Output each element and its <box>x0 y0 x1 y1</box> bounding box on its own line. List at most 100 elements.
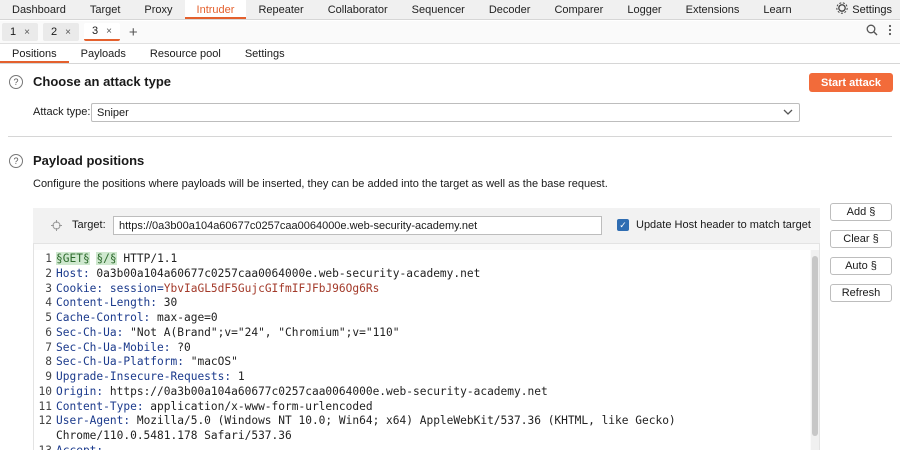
target-input[interactable]: https://0a3b00a104a60677c0257caa0064000e… <box>113 216 602 235</box>
menu-tab-extensions[interactable]: Extensions <box>674 0 752 19</box>
request-line: 10 Origin: https://0a3b00a104a60677c0257c… <box>34 384 548 399</box>
header-name: User-Agent: <box>56 414 131 428</box>
header-value: Chrome/110.0.5481.178 Safari/537.36 <box>56 429 292 442</box>
menu-tab-learn[interactable]: Learn <box>751 0 803 19</box>
auto-button[interactable]: Auto § <box>830 257 892 275</box>
attack-tab-1[interactable]: 1 × <box>2 23 38 41</box>
header-name: Origin: <box>56 384 104 398</box>
header-name: Sec-Ch-Ua-Platform: <box>56 355 184 369</box>
attack-tab-2[interactable]: 2 × <box>42 23 79 41</box>
request-line: 4 Content-Length: 30 <box>34 295 177 310</box>
menu-tab-collaborator[interactable]: Collaborator <box>316 0 400 19</box>
editor-scrollbar[interactable] <box>811 250 819 450</box>
more-options-icon[interactable] <box>888 24 892 39</box>
line-number: 6 <box>45 325 52 339</box>
menu-tab-sequencer[interactable]: Sequencer <box>400 0 477 19</box>
attack-tab-label: 3 <box>91 25 99 37</box>
scrollbar-thumb[interactable] <box>812 256 818 436</box>
settings-button[interactable]: Settings <box>832 0 900 19</box>
search-icon[interactable] <box>866 24 878 39</box>
close-icon[interactable]: × <box>24 27 30 38</box>
line-number: 13 <box>34 443 52 450</box>
tab-positions[interactable]: Positions <box>0 44 69 63</box>
refresh-button[interactable]: Refresh <box>830 284 892 302</box>
header-name: session= <box>103 281 164 295</box>
header-value: https://0a3b00a104a60677c0257caa0064000e… <box>103 384 548 398</box>
header-name: Upgrade-Insecure-Requests: <box>56 370 232 383</box>
request-line: 8 Sec-Ch-Ua-Platform: "macOS" <box>34 354 238 369</box>
header-value: 1 <box>231 370 245 383</box>
header-value: 0a3b00a104a60677c0257caa0064000e.web-sec… <box>89 266 481 280</box>
section-tab-strip: Positions Payloads Resource pool Settings <box>0 44 900 64</box>
header-name: Cache-Control: <box>56 311 151 324</box>
header-name: Cookie: <box>56 281 104 295</box>
header-value: application/x-www-form-urlencoded <box>143 399 373 413</box>
attack-tab-label: 1 <box>10 26 17 38</box>
request-editor[interactable]: 1 §GET§ §/§ HTTP/1.1 2 Host: 0a3b00a104a606… <box>34 250 810 450</box>
request-line: Chrome/110.0.5481.178 Safari/537.36 <box>34 428 292 443</box>
line-number: 10 <box>38 384 52 398</box>
header-value: YbvIaGL5dF5GujcGIfmIFJFbJ96Og6Rs <box>163 281 380 295</box>
tab-payloads[interactable]: Payloads <box>69 44 138 63</box>
settings-label: Settings <box>852 3 892 16</box>
header-value: max-age=0 <box>150 311 218 324</box>
gear-icon <box>836 2 848 17</box>
header-name: Sec-Ch-Ua: <box>56 325 124 339</box>
clear-button[interactable]: Clear § <box>830 230 892 248</box>
header-value: Mozilla/5.0 (Windows NT 10.0; Win64; x64… <box>130 414 676 428</box>
payload-marker: §GET§ <box>56 252 90 265</box>
menu-tab-logger[interactable]: Logger <box>615 0 673 19</box>
request-line: 13 Accept: <box>34 443 104 450</box>
request-line: 9 Upgrade-Insecure-Requests: 1 <box>34 369 245 384</box>
start-attack-button[interactable]: Start attack <box>809 73 893 92</box>
menu-tab-dashboard[interactable]: Dashboard <box>0 0 78 19</box>
header-name: Host: <box>56 266 90 280</box>
line-number: 12 <box>38 414 52 428</box>
attack-type-label: Attack type: <box>33 106 91 118</box>
request-line: 2 Host: 0a3b00a104a60677c0257caa0064000e.… <box>34 266 480 281</box>
menu-tab-proxy[interactable]: Proxy <box>132 0 184 19</box>
menu-tab-target[interactable]: Target <box>78 0 133 19</box>
header-name: Content-Length: <box>56 296 158 310</box>
attack-type-value: Sniper <box>97 106 129 119</box>
attack-type-select[interactable]: Sniper <box>91 103 800 122</box>
request-line: 12 User-Agent: Mozilla/5.0 (Windows NT 10… <box>34 413 676 428</box>
payload-marker: §/§ <box>96 252 117 265</box>
request-line: 11 Content-Type: application/x-www-form-u… <box>34 399 373 414</box>
close-icon[interactable]: × <box>65 27 71 38</box>
line-number: 5 <box>45 311 52 324</box>
attack-type-heading: Choose an attack type <box>33 74 171 89</box>
target-crosshair-icon[interactable] <box>51 220 62 234</box>
request-line: 5 Cache-Control: max-age=0 <box>34 310 218 325</box>
menu-tab-intruder[interactable]: Intruder <box>184 0 247 19</box>
line-number: 8 <box>45 355 52 369</box>
request-line: 6 Sec-Ch-Ua: "Not A(Brand";v="24", "Chrom… <box>34 325 400 340</box>
add-button[interactable]: Add § <box>830 203 892 221</box>
payload-positions-heading: Payload positions <box>33 153 145 168</box>
help-icon[interactable]: ? <box>9 75 23 89</box>
header-name: Sec-Ch-Ua-Mobile: <box>56 340 171 354</box>
header-value: ?0 <box>170 340 191 354</box>
header-value: HTTP/1.1 <box>116 252 178 265</box>
menu-tab-comparer[interactable]: Comparer <box>542 0 615 19</box>
line-number: 7 <box>45 340 52 354</box>
tab-settings[interactable]: Settings <box>233 44 297 63</box>
main-menu-bar: Dashboard Target Proxy Intruder Repeater Coll… <box>0 0 900 20</box>
chevron-down-icon <box>783 106 793 121</box>
add-tab-icon[interactable]: + <box>129 24 138 41</box>
tab-resource-pool[interactable]: Resource pool <box>138 44 233 63</box>
menu-tab-repeater[interactable]: Repeater <box>246 0 315 19</box>
help-icon[interactable]: ? <box>9 154 23 168</box>
target-label: Target: <box>72 219 106 231</box>
request-line: 7 Sec-Ch-Ua-Mobile: ?0 <box>34 340 191 355</box>
close-icon[interactable]: × <box>106 26 112 37</box>
attack-tab-strip: 1 × 2 × 3 × + <box>0 21 900 44</box>
attack-tab-3[interactable]: 3 × <box>83 23 120 41</box>
section-divider <box>8 136 892 137</box>
target-value: https://0a3b00a104a60677c0257caa0064000e… <box>119 219 478 232</box>
header-name: Accept: <box>56 444 103 450</box>
menu-tab-decoder[interactable]: Decoder <box>477 0 543 19</box>
header-value: "Not A(Brand";v="24", "Chromium";v="110" <box>123 325 400 339</box>
update-host-checkbox[interactable]: ✓ <box>617 219 629 231</box>
request-line: 3 Cookie: session=YbvIaGL5dF5GujcGIfmIFJF… <box>34 281 379 296</box>
